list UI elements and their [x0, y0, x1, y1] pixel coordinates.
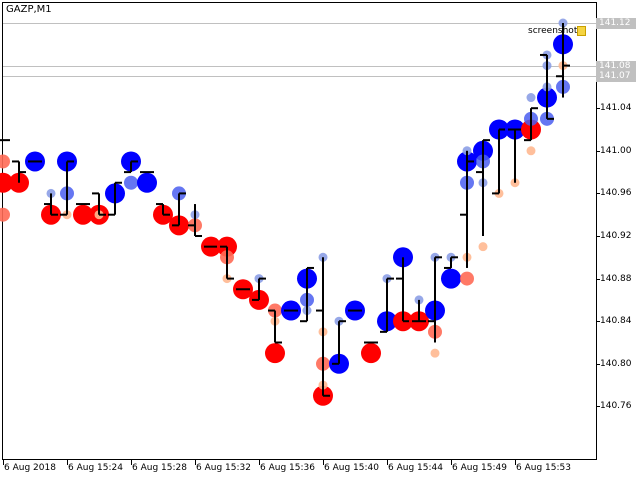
minute-bar	[9, 160, 29, 193]
price-dot	[460, 271, 474, 286]
price-dot	[361, 343, 381, 364]
minute-bar	[188, 204, 202, 237]
price-dot	[137, 172, 157, 193]
price-dot	[478, 242, 488, 252]
price-dot	[124, 175, 138, 190]
minute-bar	[441, 252, 461, 289]
x-tick-label: 6 Aug 15:49	[452, 463, 507, 473]
y-tick-label: 140.76	[600, 400, 632, 411]
y-tick-label: 140.80	[600, 358, 632, 369]
minute-bar	[329, 316, 349, 374]
price-dot	[441, 268, 461, 289]
x-tick-label: 6 Aug 15:36	[260, 463, 315, 473]
y-tick-label: 140.84	[600, 315, 632, 326]
minute-bar	[361, 341, 381, 364]
price-tag: 141.12	[596, 17, 636, 29]
minute-bar	[537, 50, 557, 126]
price-dot	[526, 93, 536, 103]
y-tick-label: 140.88	[600, 273, 632, 284]
price-tag: 141.07	[596, 70, 636, 82]
x-tick-label: 6 Aug 15:44	[388, 463, 443, 473]
y-tick-label: 140.92	[600, 230, 632, 241]
minute-bar	[89, 192, 109, 225]
note-icon[interactable]	[577, 26, 586, 36]
x-tick-label: 6 Aug 15:53	[516, 463, 571, 473]
minute-bar	[281, 300, 301, 321]
y-tick-label: 140.96	[600, 187, 632, 198]
x-tick-label: 6 Aug 15:32	[196, 463, 251, 473]
minute-bar	[105, 181, 125, 216]
plot-frame	[2, 2, 597, 460]
y-tick-label: 141.00	[600, 145, 632, 156]
price-dot	[0, 207, 10, 222]
price-dot	[526, 146, 536, 156]
x-tick-label: 6 Aug 15:40	[324, 463, 379, 473]
minute-bar	[137, 171, 157, 193]
price-dot	[265, 343, 285, 364]
price-dot	[430, 348, 440, 358]
minute-bar	[217, 236, 237, 284]
minute-bar	[457, 146, 477, 286]
minute-bar	[25, 151, 45, 172]
price-chart	[0, 2, 600, 465]
y-tick-label: 141.04	[600, 102, 632, 113]
chart-title: GAZP,M1	[6, 4, 52, 15]
x-tick-label: 6 Aug 2018	[4, 463, 56, 473]
minute-bar	[345, 300, 365, 321]
minute-bar	[57, 151, 77, 220]
minute-bar	[425, 252, 445, 358]
x-tick-label: 6 Aug 15:24	[68, 463, 123, 473]
minute-bar	[473, 139, 493, 252]
minute-bar	[521, 93, 541, 156]
minute-bar	[41, 188, 61, 225]
x-tick-label: 6 Aug 15:28	[132, 463, 187, 473]
price-dot	[0, 154, 10, 169]
object-label[interactable]: screenshot	[528, 26, 577, 36]
